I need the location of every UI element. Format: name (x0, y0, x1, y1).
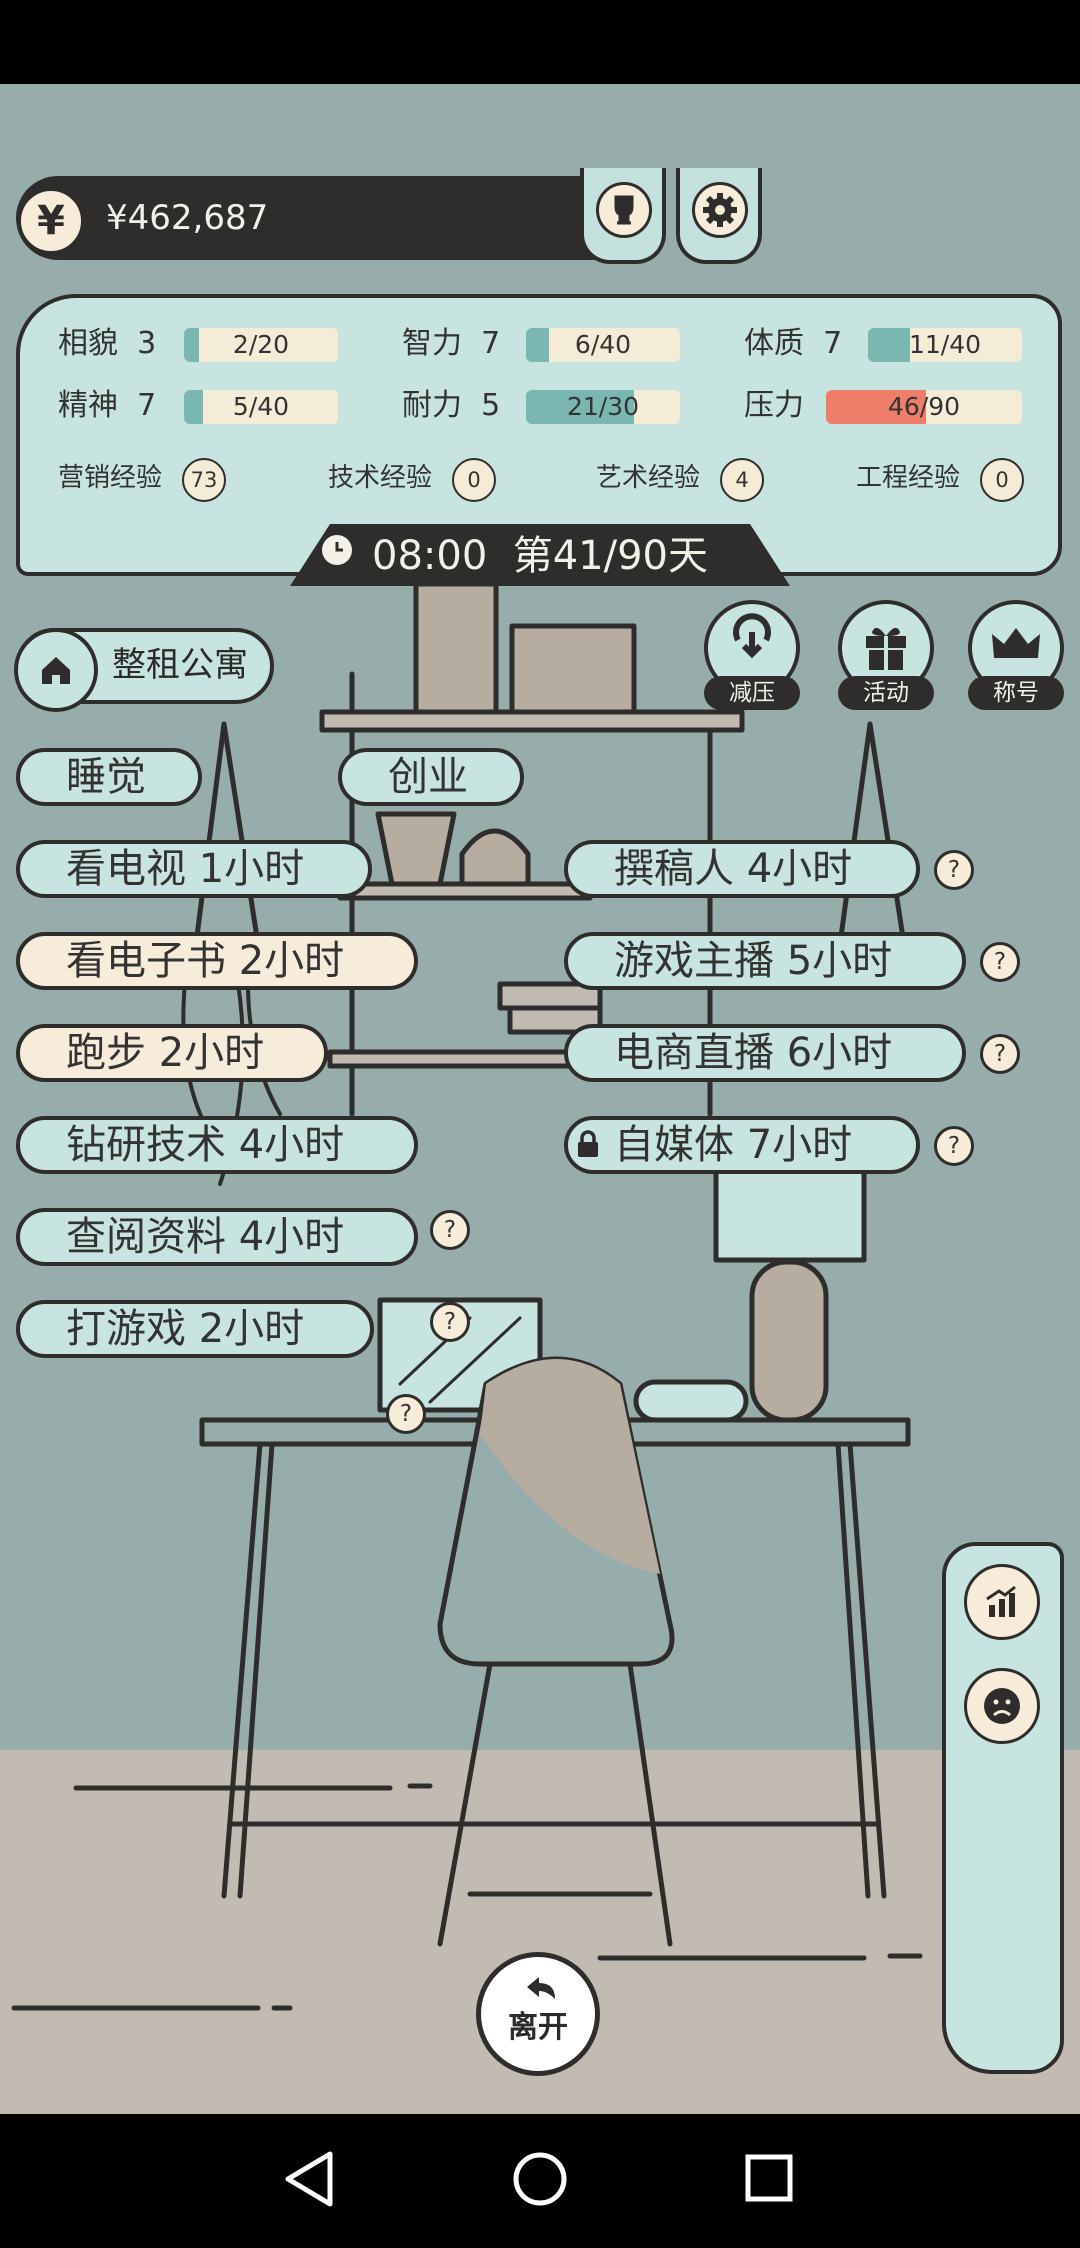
settings-button[interactable] (676, 168, 762, 264)
exp-label-engineering: 工程经验 (856, 463, 961, 493)
stat-bar-appearance: 2/20 (184, 328, 338, 362)
clock-time: 08:00 (372, 533, 488, 579)
exp-badge-art: 4 (720, 458, 764, 502)
stat-value-spirit: 5/40 (232, 392, 290, 421)
stat-bar-physique: 11/40 (868, 328, 1022, 362)
exp-label-art: 艺术经验 (596, 463, 701, 493)
location-label: 整租公寓 (112, 645, 248, 685)
gear-icon (692, 182, 748, 238)
game-screen: ¥ ¥462,687 相貌 3 2/20 智力 7 6/40 体质 7 11/4… (0, 84, 1080, 2114)
action-sleep[interactable]: 睡觉 (16, 748, 202, 806)
stat-bar-spirit: 5/40 (184, 390, 338, 424)
action-ecommerce-live[interactable]: 电商直播 6小时 (564, 1024, 966, 1082)
title-label: 称号 (968, 676, 1064, 710)
stat-value-appearance: 2/20 (232, 330, 290, 359)
trophy-button[interactable] (580, 168, 666, 264)
lock-icon (576, 1130, 600, 1158)
help-game-streamer[interactable]: ? (980, 942, 1020, 982)
stat-label-endurance: 耐力 5 (402, 388, 501, 423)
stat-label-physique: 体质 7 (744, 326, 843, 361)
day-counter: 第41/90天 (512, 533, 708, 579)
exp-badge-marketing: 73 (182, 458, 226, 502)
stat-bar-stress: 46/90 (826, 390, 1022, 424)
exp-label-marketing: 营销经验 (58, 463, 163, 493)
system-navbar (0, 2114, 1080, 2244)
stat-label-spirit: 精神 7 (58, 388, 157, 423)
trophy-icon (596, 182, 652, 238)
stat-bar-intelligence: 6/40 (526, 328, 680, 362)
back-triangle-icon[interactable] (285, 2151, 333, 2207)
action-watch-tv[interactable]: 看电视 1小时 (16, 840, 372, 898)
help-study-tech[interactable]: ? (430, 1210, 470, 1250)
mood-button[interactable] (964, 1668, 1040, 1744)
activity-label: 活动 (838, 676, 934, 710)
time-display: 08:00 第41/90天 (372, 528, 708, 584)
action-play-games[interactable]: 打游戏 2小时 (16, 1300, 374, 1358)
clock-icon (322, 535, 352, 565)
stat-label-stress: 压力 (744, 388, 804, 423)
stat-value-endurance: 21/30 (566, 392, 640, 421)
stat-label-appearance: 相貌 3 (58, 326, 157, 361)
exp-badge-engineering: 0 (980, 458, 1024, 502)
help-self-media[interactable]: ? (934, 1126, 974, 1166)
home-circle-icon[interactable] (513, 2152, 567, 2206)
action-copywriter[interactable]: 撰稿人 4小时 (564, 840, 920, 898)
exp-label-technical: 技术经验 (328, 463, 433, 493)
chart-icon (986, 1585, 1016, 1617)
stat-label-intelligence: 智力 7 (402, 326, 501, 361)
leave-label: 离开 (508, 2010, 568, 2045)
stress-relief-label: 减压 (704, 676, 800, 710)
help-ecommerce-live[interactable]: ? (980, 1034, 1020, 1074)
action-game-streamer[interactable]: 游戏主播 5小时 (564, 932, 966, 990)
stat-bar-endurance: 21/30 (526, 390, 680, 424)
help-copywriter[interactable]: ? (934, 850, 974, 890)
help-play-games[interactable]: ? (386, 1394, 426, 1434)
stat-value-stress: 46/90 (887, 392, 961, 421)
action-study-tech[interactable]: 钻研技术 4小时 (16, 1116, 418, 1174)
exp-badge-technical: 0 (452, 458, 496, 502)
home-icon (14, 628, 98, 712)
stats-chart-button[interactable] (964, 1564, 1040, 1640)
action-read-ebook[interactable]: 看电子书 2小时 (16, 932, 418, 990)
sad-face-icon (984, 1688, 1020, 1724)
action-running[interactable]: 跑步 2小时 (16, 1024, 328, 1082)
action-research[interactable]: 查阅资料 4小时 (16, 1208, 418, 1266)
help-research[interactable]: ? (430, 1302, 470, 1342)
action-startup[interactable]: 创业 (338, 748, 524, 806)
action-self-media[interactable]: 自媒体 7小时 (564, 1116, 920, 1174)
stat-value-physique: 11/40 (908, 330, 982, 359)
stat-value-intelligence: 6/40 (574, 330, 632, 359)
recents-square-icon[interactable] (745, 2154, 793, 2202)
money-value: ¥462,687 (106, 198, 269, 238)
yen-icon: ¥ (18, 188, 84, 254)
